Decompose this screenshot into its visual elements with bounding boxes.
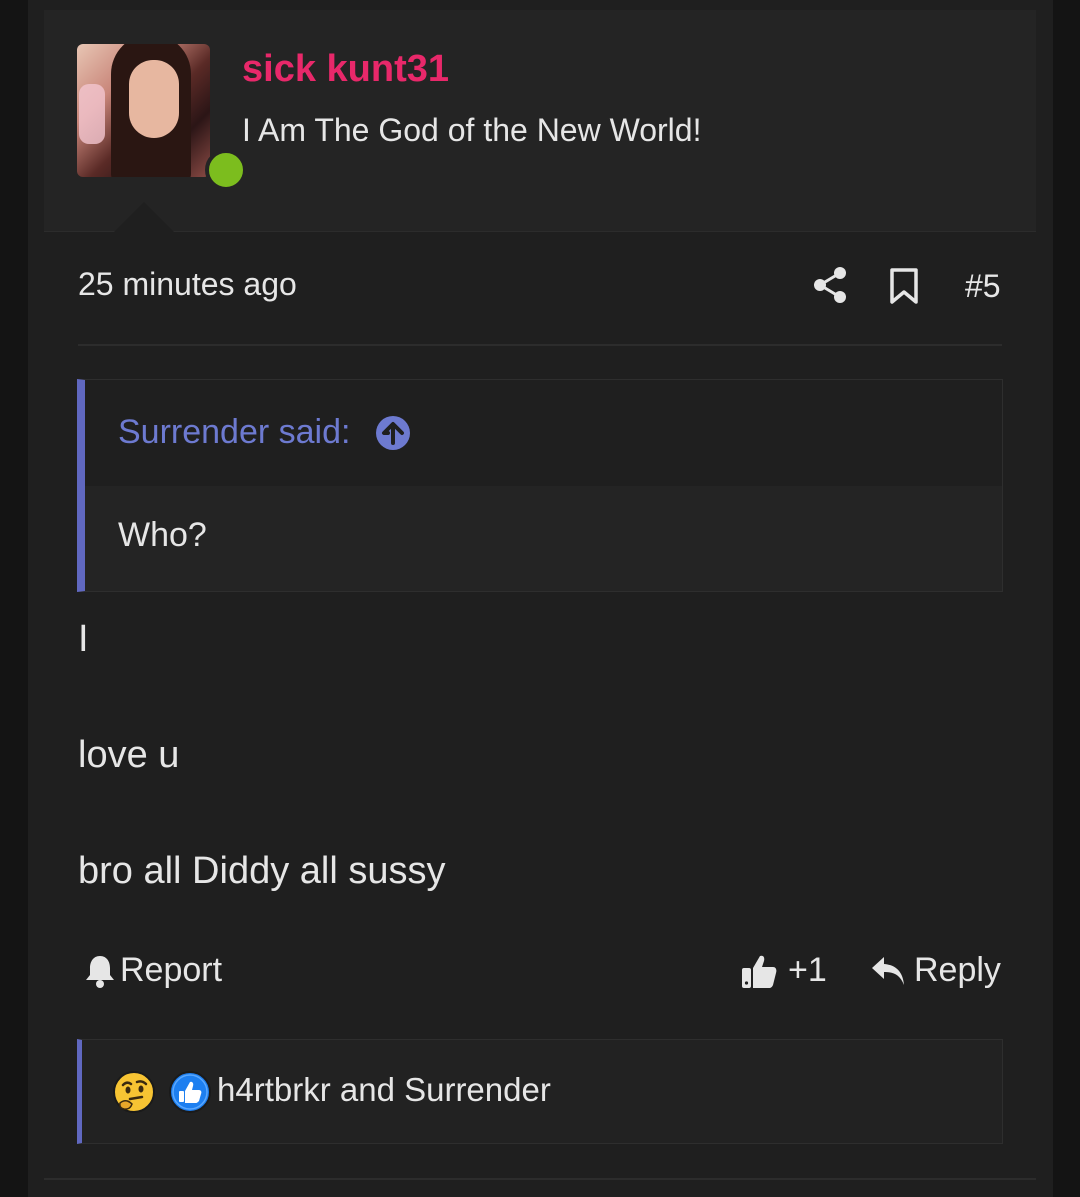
report-button[interactable]: Report [84, 951, 222, 990]
reactions-bar[interactable]: h4rtbrkr and Surrender [77, 1039, 1003, 1144]
reply-label: Reply [914, 951, 1001, 989]
online-status-icon [205, 149, 247, 191]
post-body-line: I [78, 618, 89, 660]
bookmark-icon[interactable] [888, 267, 920, 305]
reply-button[interactable]: Reply [870, 951, 1001, 990]
post-timestamp[interactable]: 25 minutes ago [78, 266, 297, 303]
user-title: I Am The God of the New World! [242, 112, 702, 148]
post-number[interactable]: #5 [965, 268, 1001, 305]
quote-header: Surrender said: [85, 380, 1002, 486]
reactors-list[interactable]: h4rtbrkr and Surrender [217, 1071, 551, 1109]
divider [78, 344, 1002, 346]
username[interactable]: sick kunt31 [242, 48, 449, 91]
like-button[interactable]: +1 [740, 951, 827, 990]
share-icon[interactable] [812, 266, 848, 304]
reply-arrow-icon [872, 956, 904, 985]
quote-block: Surrender said: Who? [77, 379, 1003, 592]
thumbs-up-icon [169, 1071, 211, 1113]
avatar[interactable] [77, 44, 210, 177]
bell-icon [86, 955, 114, 988]
quote-author[interactable]: Surrender said: [118, 413, 350, 452]
post-body-line: bro all Diddy all sussy [78, 850, 446, 892]
thumbs-up-icon [742, 955, 777, 988]
quote-text: Who? [118, 516, 207, 554]
arrow-up-circle-icon[interactable] [375, 415, 411, 451]
user-header: sick kunt31 I Am The God of the New Worl… [44, 10, 1036, 232]
like-count: +1 [788, 951, 827, 989]
post-body-line: love u [78, 734, 180, 776]
thinking-face-icon [113, 1071, 155, 1113]
quote-body: Who? [85, 486, 1002, 591]
report-label: Report [120, 951, 223, 989]
divider [44, 1178, 1036, 1180]
